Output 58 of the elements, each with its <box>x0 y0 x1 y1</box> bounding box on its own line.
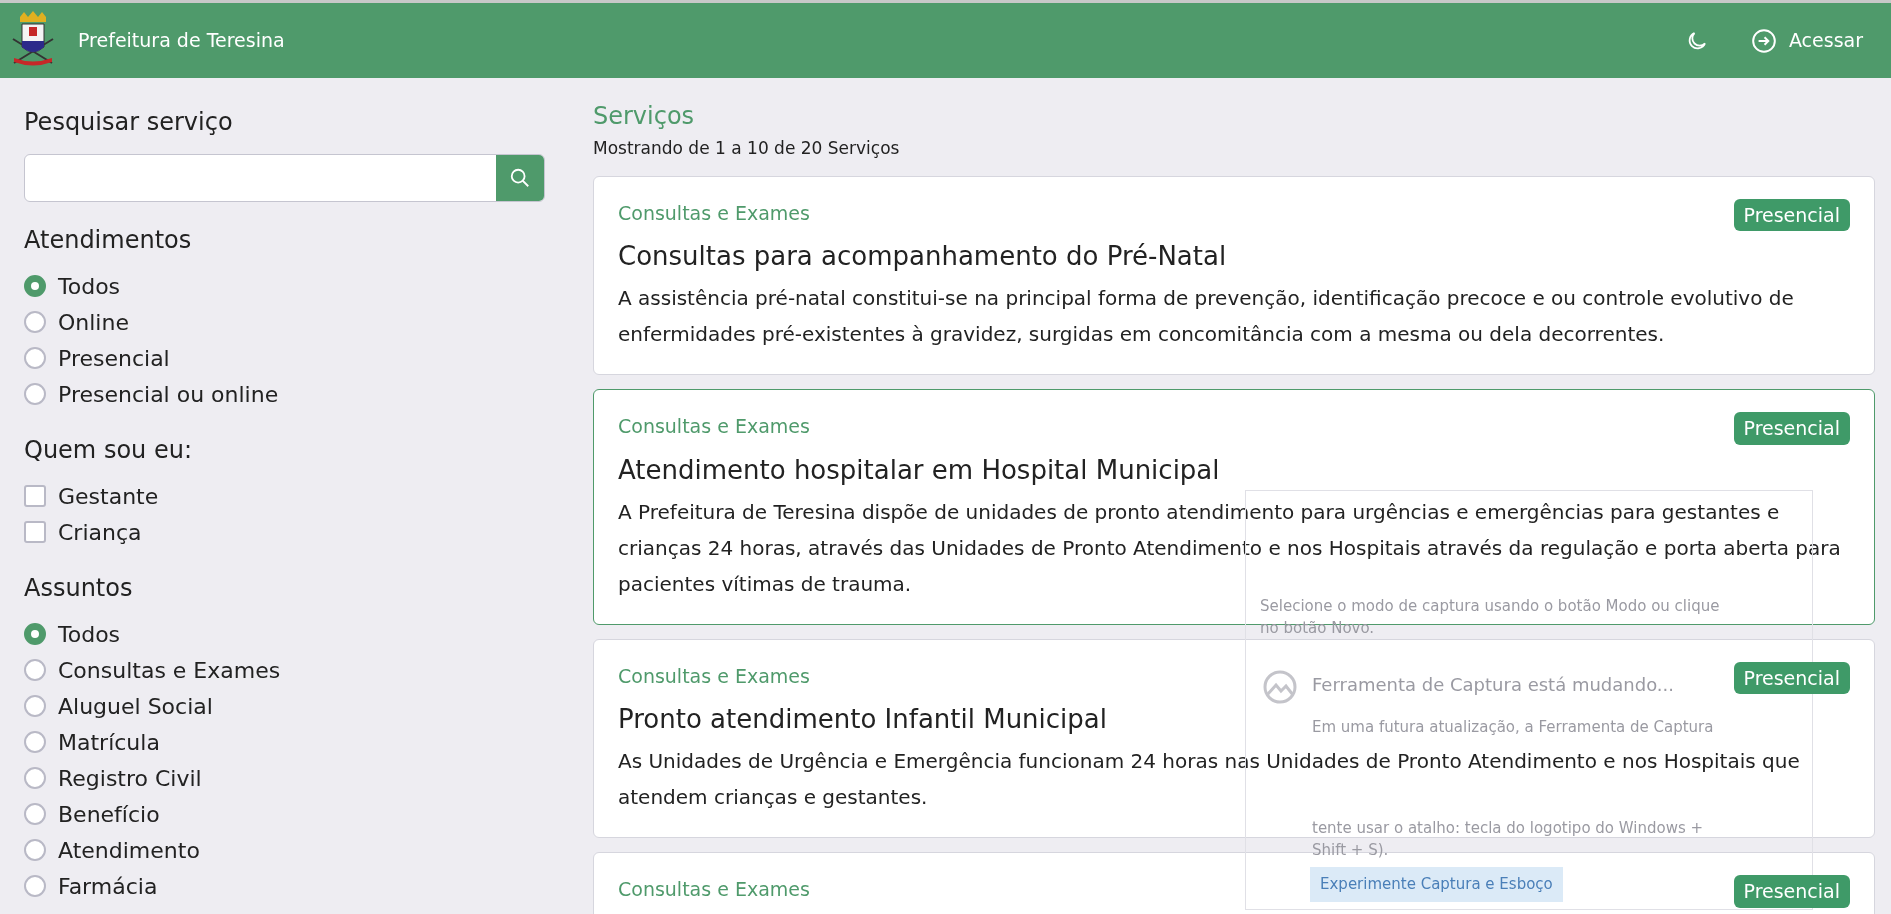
service-title: Consultas para acompanhamento do Pré-Natal <box>618 240 1227 273</box>
radio-button[interactable] <box>24 347 46 369</box>
filter-option-label: Presencial ou online <box>58 380 279 409</box>
radio-button[interactable] <box>24 311 46 333</box>
filter-option-label: Todos <box>58 620 121 649</box>
service-description: As Unidades de Urgência e Emergência funcionam 24 horas nas Unidades de Pronto Atendimento e nos Hospitais que atendem crianças e gestantes. <box>618 748 1801 811</box>
filter-option-label: Consultas e Exames <box>58 656 281 685</box>
category-label: Consultas e Exames <box>618 414 810 439</box>
results-count: Mostrando de 1 a 10 de 20 Serviços <box>593 137 901 160</box>
search-title: Pesquisar serviço <box>24 107 234 138</box>
service-description: A assistência pré-natal constitui-se na principal forma de prevenção, identificação precoce e ou controle evolutivo de enfermidades pré-existentes à gravidez, surgidas em concomitância com a mesma ou dela decorrentes. <box>618 285 1795 348</box>
hint-text: Selecione o modo de captura usando o botão Modo ou clique no botão Novo. <box>1260 596 1721 639</box>
checkbox[interactable] <box>24 485 46 507</box>
filter-heading: Atendimentos <box>24 225 193 256</box>
notice-heading: Ferramenta de Captura está mudando... <box>1312 673 1674 697</box>
checkbox[interactable] <box>24 521 46 543</box>
category-label: Consultas e Exames <box>618 663 810 689</box>
radio-button[interactable] <box>24 275 46 297</box>
radio-button[interactable] <box>24 839 46 861</box>
filter-option-label: Presencial <box>58 344 170 373</box>
category-label: Consultas e Exames <box>618 200 810 226</box>
radio-button[interactable] <box>24 803 46 825</box>
status-tag: Presencial <box>1733 875 1850 908</box>
site-title: Prefeitura de Teresina <box>78 28 285 54</box>
filter-option-label: Atendimento <box>58 836 200 865</box>
category-label: Consultas e Exames <box>618 877 810 902</box>
radio-button[interactable] <box>24 767 46 789</box>
filter-option-label: Gestante <box>58 482 159 511</box>
filter-option-label: Todos <box>58 272 121 301</box>
radio-button[interactable] <box>24 695 46 717</box>
filter-option-label: Registro Civil <box>58 764 202 793</box>
filter-heading: Quem sou eu: <box>24 435 193 466</box>
sign-in-icon <box>1750 27 1777 54</box>
filter-option-label: Farmácia <box>58 872 158 901</box>
status-tag: Presencial <box>1733 198 1850 231</box>
filter-option-label: Aluguel Social <box>58 692 213 721</box>
search-field[interactable] <box>24 154 545 202</box>
filter-option-label: Matrícula <box>58 728 160 757</box>
service-title: Atendimento hospitalar em Hospital Municipal <box>618 453 1220 487</box>
search-icon <box>509 167 531 189</box>
notice-text: Em uma futura atualização, a Ferramenta de Captura <box>1312 717 1714 737</box>
radio-button[interactable] <box>24 623 46 645</box>
radio-button[interactable] <box>24 731 46 753</box>
filter-option-label: Online <box>58 308 129 337</box>
status-tag: Presencial <box>1733 661 1850 694</box>
mountain-icon <box>1262 669 1298 705</box>
service-title: Pronto atendimento Infantil Municipal <box>618 703 1107 736</box>
filter-option-label: Criança <box>58 518 142 547</box>
status-tag: Presencial <box>1733 412 1850 445</box>
radio-button[interactable] <box>24 659 46 681</box>
radio-button[interactable] <box>24 875 46 897</box>
filter-option-label: Benefício <box>58 800 160 829</box>
login-button[interactable]: Acessar <box>1750 26 1863 55</box>
radio-button[interactable] <box>24 383 46 405</box>
search-button[interactable] <box>496 155 544 201</box>
filter-heading: Assuntos <box>24 573 134 604</box>
section-title: Serviços <box>593 101 696 132</box>
service-description: A Prefeitura de Teresina dispõe de unidades de pronto atendimento para urgências e emergências para gestantes e crianças 24 horas, através das Unidades de Pronto Atendimento e nos Hospitais através da regulação e porta aberta para pacientes vítimas de trauma. <box>618 498 1842 598</box>
